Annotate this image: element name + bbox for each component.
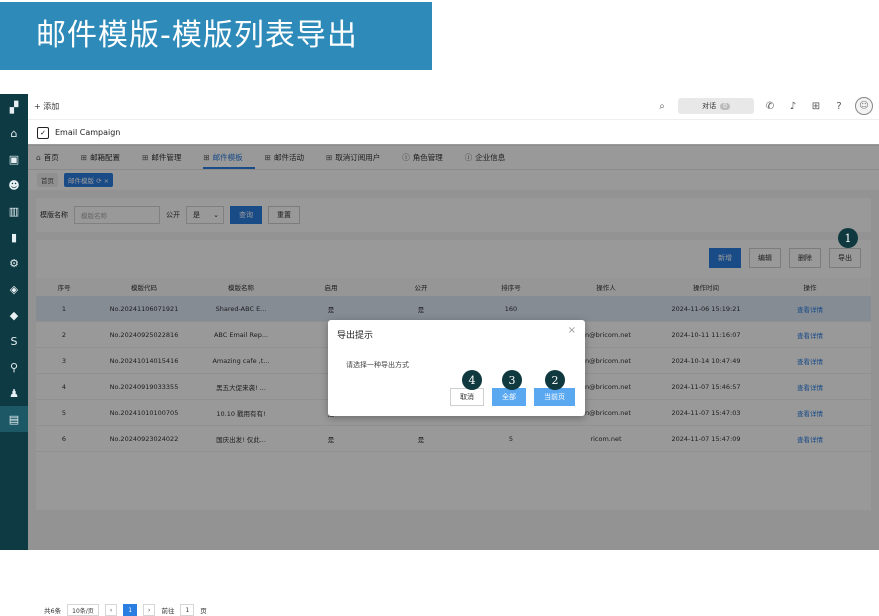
bell-icon[interactable]: ♪ [786,101,800,112]
close-icon[interactable]: × [568,325,576,336]
campaign-title: Email Campaign [55,128,121,137]
phone-icon[interactable]: ✆ [763,101,777,112]
export-all-button[interactable]: 全部 [492,388,526,406]
total-count: 共6条 [44,607,62,615]
dialog-message: 请选择一种导出方式 [346,361,409,369]
export-current-page-button[interactable]: 当前页 [534,388,575,406]
logo-icon[interactable]: ▞ [0,94,28,120]
dialog-button[interactable]: 对话 0 [678,98,754,114]
next-page-button[interactable]: › [143,604,156,616]
user-icon[interactable]: ♟ [0,380,28,406]
page-banner: 邮件模版-模版列表导出 [0,2,432,70]
goto-input[interactable]: 1 [180,604,195,616]
prev-page-button[interactable]: ‹ [104,604,118,616]
search-icon[interactable]: ⌕ [655,101,669,112]
dialog-buttons: 取消 全部 当前页 [450,388,575,406]
goto-label: 前往 [161,607,175,615]
export-dialog: 导出提示 × 请选择一种导出方式 取消 全部 当前页 [328,320,585,416]
cube-icon[interactable]: ◈ [0,276,28,302]
step-marker-1: 1 [838,228,858,248]
home-icon[interactable]: ⌂ [0,120,28,146]
step-marker-2: 2 [545,370,565,390]
users-icon[interactable]: ☻ [0,172,28,198]
pagination: 共6条 10条/页 ‹ 1 › 前往 1 页 [44,604,207,616]
page-number[interactable]: 1 [123,604,138,616]
cancel-button[interactable]: 取消 [450,388,484,406]
top-bar: + 添加 ⌕ 对话 0 ✆ ♪ ⊞ ? ☺ [28,94,879,120]
dialog-count-badge: 0 [720,102,730,110]
settings-icon[interactable]: ⚙ [0,250,28,276]
help-icon[interactable]: ? [832,101,846,112]
page-unit: 页 [200,607,207,615]
page-size-select[interactable]: 10条/页 [67,604,99,616]
campaign-header: ✓ Email Campaign [28,120,879,146]
inbox-icon[interactable]: ▣ [0,146,28,172]
box-icon[interactable]: ◆ [0,302,28,328]
dialog-title: 导出提示 [337,331,374,341]
s-icon[interactable]: S [0,328,28,354]
calendar-icon[interactable]: ▤ [0,406,28,432]
chart-icon[interactable]: ▮ [0,224,28,250]
apps-icon[interactable]: ⊞ [809,101,823,112]
calendar-check-icon: ✓ [37,126,49,139]
add-button[interactable]: + 添加 [34,101,59,112]
avatar[interactable]: ☺ [855,97,873,115]
key-icon[interactable]: ⚲ [0,354,28,380]
dialog-label: 对话 [702,102,717,110]
sidebar: ▞ ⌂ ▣ ☻ ▥ ▮ ⚙ ◈ ◆ S ⚲ ♟ ▤ [0,94,28,550]
building-icon[interactable]: ▥ [0,198,28,224]
step-marker-3: 3 [502,370,522,390]
step-marker-4: 4 [462,370,482,390]
